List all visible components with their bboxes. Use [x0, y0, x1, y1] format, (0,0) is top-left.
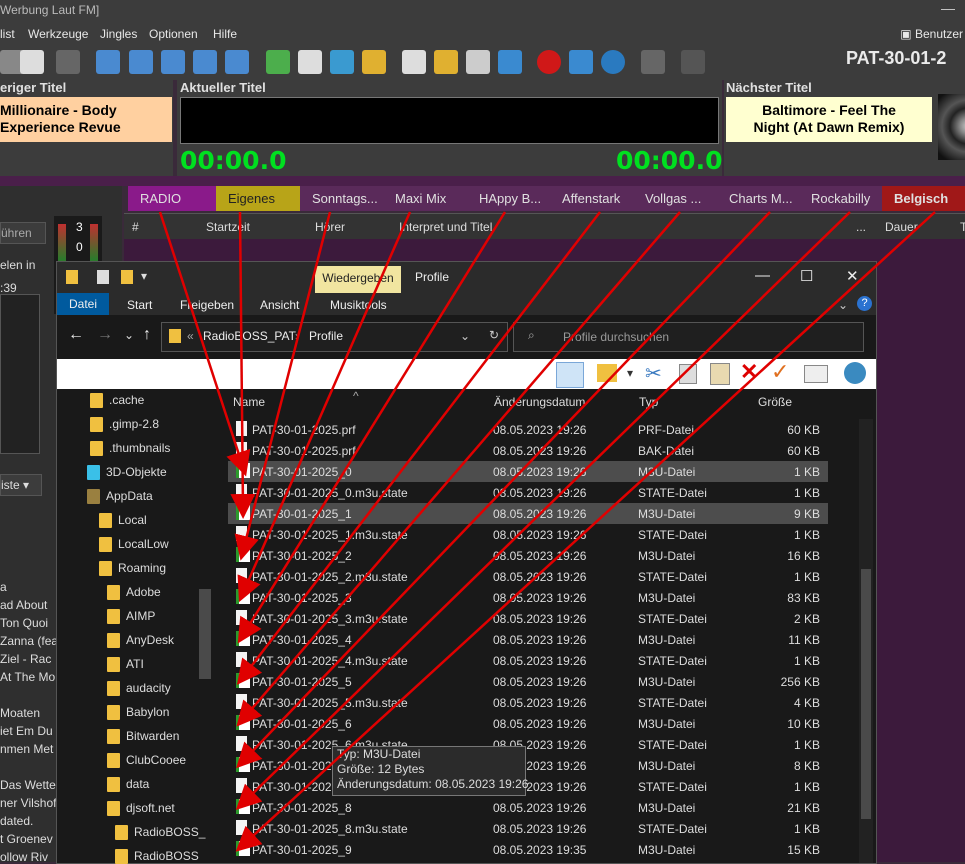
annotation-arrow	[230, 211, 256, 519]
annotation-arrow	[236, 211, 681, 727]
annotation-arrow	[237, 211, 412, 603]
annotation-arrow	[236, 211, 771, 769]
annotation-arrow	[234, 211, 332, 561]
annotation-arrow	[237, 211, 507, 644]
annotation-arrow	[158, 211, 251, 477]
annotation-arrow	[235, 211, 936, 852]
annotation-arrow	[235, 211, 851, 810]
annotation-arrows	[158, 211, 936, 852]
